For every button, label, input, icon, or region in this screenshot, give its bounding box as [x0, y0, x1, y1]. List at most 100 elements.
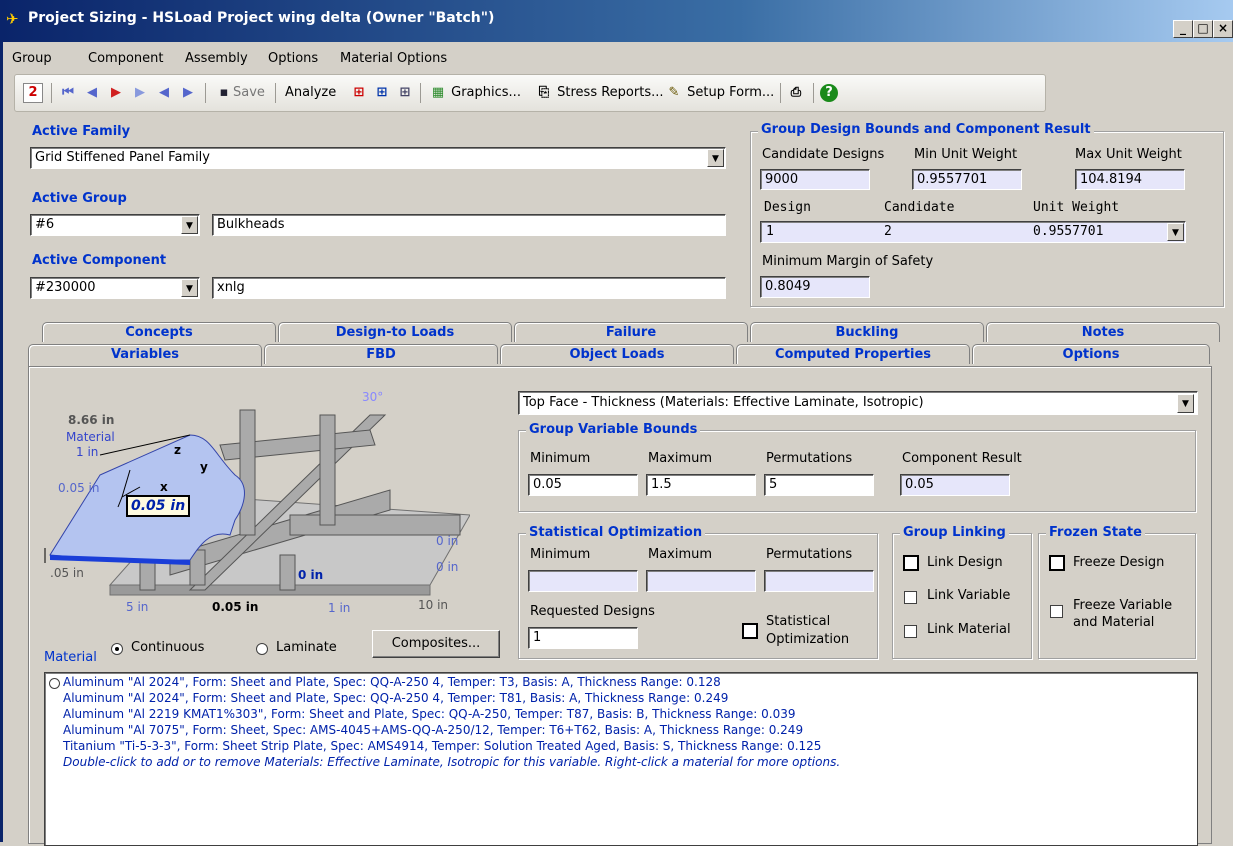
help-icon[interactable]: ?	[820, 82, 838, 104]
save-button[interactable]: ▪ Save	[215, 82, 265, 104]
graphics-button[interactable]: ▦ Graphics...	[429, 82, 521, 104]
freeze-design-checkbox[interactable]	[1049, 555, 1065, 571]
tab-concepts[interactable]: Concepts	[42, 322, 276, 342]
menu-group[interactable]: Group	[12, 51, 52, 66]
back-a-icon[interactable]: ◀	[155, 82, 173, 104]
so-permutations-label: Permutations	[766, 547, 853, 562]
tab-buckling[interactable]: Buckling	[750, 322, 984, 342]
menu-assembly[interactable]: Assembly	[185, 51, 248, 66]
play-icon[interactable]: ▶	[107, 82, 125, 104]
variable-select[interactable]: Top Face - Thickness (Materials: Effecti…	[518, 391, 1198, 415]
setup-form-button[interactable]: ✎ Setup Form...	[665, 82, 775, 104]
list-item[interactable]: Aluminum "Al 7075", Form: Sheet, Spec: A…	[63, 723, 803, 737]
chevron-down-icon[interactable]: ▼	[707, 149, 724, 167]
design-value: 1	[766, 224, 774, 239]
group-linking-title: Group Linking	[900, 525, 1009, 540]
maximize-button[interactable]: □	[1193, 20, 1213, 38]
design-candidate-select[interactable]	[760, 221, 1186, 243]
link-design-checkbox[interactable]	[903, 555, 919, 571]
tab-failure[interactable]: Failure	[514, 322, 748, 342]
z-axis-label: z	[174, 443, 181, 457]
group-variable-bounds-box	[518, 430, 1196, 512]
chevron-down-icon[interactable]: ▼	[1177, 394, 1194, 413]
material-list[interactable]: Aluminum "Al 2024", Form: Sheet and Plat…	[44, 672, 1198, 846]
toolbar-separator	[813, 83, 814, 103]
toggle-icon[interactable]: 2	[23, 82, 43, 104]
tab-object-loads[interactable]: Object Loads	[500, 344, 734, 364]
zero-label-3: 0 in	[298, 568, 324, 582]
tab-variables[interactable]: Variables	[28, 344, 262, 367]
chevron-down-icon[interactable]: ▼	[181, 216, 198, 234]
link-material-checkbox[interactable]	[904, 625, 917, 638]
menu-material-options[interactable]: Material Options	[340, 51, 447, 66]
gvb-maximum-input[interactable]: 1.5	[646, 474, 756, 496]
toolbar-separator	[275, 83, 276, 103]
active-family-select[interactable]: Grid Stiffened Panel Family	[30, 147, 726, 169]
gvb-minimum-input[interactable]: 0.05	[528, 474, 638, 496]
stress-reports-button[interactable]: ⎘ Stress Reports...	[535, 82, 664, 104]
gvb-result-value: 0.05	[900, 474, 1010, 496]
active-component-select[interactable]: #230000	[30, 277, 200, 299]
link-variable-checkbox[interactable]	[904, 591, 917, 604]
list-item[interactable]: Aluminum "Al 2024", Form: Sheet and Plat…	[63, 691, 728, 705]
active-group-select[interactable]: #6	[30, 214, 200, 236]
statistical-optimization-checkbox[interactable]	[742, 623, 758, 639]
grid-gray-icon[interactable]: ⊞	[396, 82, 414, 104]
link-design-label: Link Design	[927, 555, 1003, 570]
angle-label: 30°	[362, 390, 384, 404]
so-maximum-input[interactable]	[646, 570, 756, 592]
material-row-radio[interactable]	[49, 678, 60, 689]
title-bar[interactable]: ✈ Project Sizing - HSLoad Project wing d…	[0, 0, 1233, 42]
continuous-radio[interactable]	[111, 643, 123, 655]
analyze-button[interactable]: Analyze	[285, 82, 336, 104]
so-maximum-label: Maximum	[648, 547, 713, 562]
chevron-down-icon[interactable]: ▼	[181, 279, 198, 297]
grid-blue-icon[interactable]: ⊞	[373, 82, 391, 104]
toolbar-separator	[51, 83, 52, 103]
list-item[interactable]: Aluminum "Al 2219 KMAT1%303", Form: Shee…	[63, 707, 796, 721]
active-component-name[interactable]: xnlg	[212, 277, 726, 299]
graphics-icon: ▦	[431, 84, 445, 100]
laminate-radio[interactable]	[256, 643, 268, 655]
print-icon[interactable]: ⎙	[787, 82, 805, 104]
first-icon[interactable]: ⏮	[59, 82, 77, 104]
menu-options[interactable]: Options	[268, 51, 318, 66]
so-minimum-input[interactable]	[528, 570, 638, 592]
form-icon: ✎	[668, 84, 680, 100]
forward-a-icon[interactable]: ▶	[179, 82, 197, 104]
previous-icon[interactable]: ◀	[83, 82, 101, 104]
tab-fbd[interactable]: FBD	[264, 344, 498, 364]
menu-component[interactable]: Component	[88, 51, 163, 66]
so-permutations-input[interactable]	[764, 570, 874, 592]
close-button[interactable]: ×	[1213, 20, 1233, 38]
gvb-minimum-label: Minimum	[530, 451, 591, 466]
tab-options[interactable]: Options	[972, 344, 1210, 364]
minimize-button[interactable]: _	[1173, 20, 1193, 38]
gvb-permutations-input[interactable]: 5	[764, 474, 874, 496]
list-item[interactable]: Aluminum "Al 2024", Form: Sheet and Plat…	[63, 675, 721, 689]
active-family-label: Active Family	[32, 124, 131, 139]
one-inch-bottom-label: 1 in	[328, 601, 351, 615]
statistical-title: Statistical Optimization	[526, 525, 706, 540]
requested-designs-input[interactable]: 1	[528, 627, 638, 649]
frozen-state-title: Frozen State	[1046, 525, 1145, 540]
grid-red-icon[interactable]: ⊞	[350, 82, 368, 104]
tab-computed-properties[interactable]: Computed Properties	[736, 344, 970, 364]
composites-button[interactable]: Composites...	[372, 630, 500, 658]
window-border	[0, 42, 3, 842]
active-group-label: Active Group	[32, 191, 127, 206]
chevron-down-icon[interactable]: ▼	[1167, 223, 1184, 241]
requested-designs-label: Requested Designs	[530, 604, 655, 619]
five-inch-label: 5 in	[126, 600, 149, 614]
tab-notes[interactable]: Notes	[986, 322, 1220, 342]
active-group-name[interactable]: Bulkheads	[212, 214, 726, 236]
highlighted-thickness-label: 0.05 in	[126, 495, 191, 517]
design-col-label: Design	[764, 200, 811, 215]
list-item[interactable]: Titanium "Ti-5-3-3", Form: Sheet Strip P…	[63, 739, 821, 753]
tab-design-to-loads[interactable]: Design-to Loads	[278, 322, 512, 342]
freeze-variable-checkbox[interactable]	[1050, 605, 1063, 618]
freeze-design-label: Freeze Design	[1073, 555, 1165, 570]
next-icon[interactable]: ▶	[131, 82, 149, 104]
frozen-state-box	[1038, 533, 1196, 659]
so-minimum-label: Minimum	[530, 547, 591, 562]
